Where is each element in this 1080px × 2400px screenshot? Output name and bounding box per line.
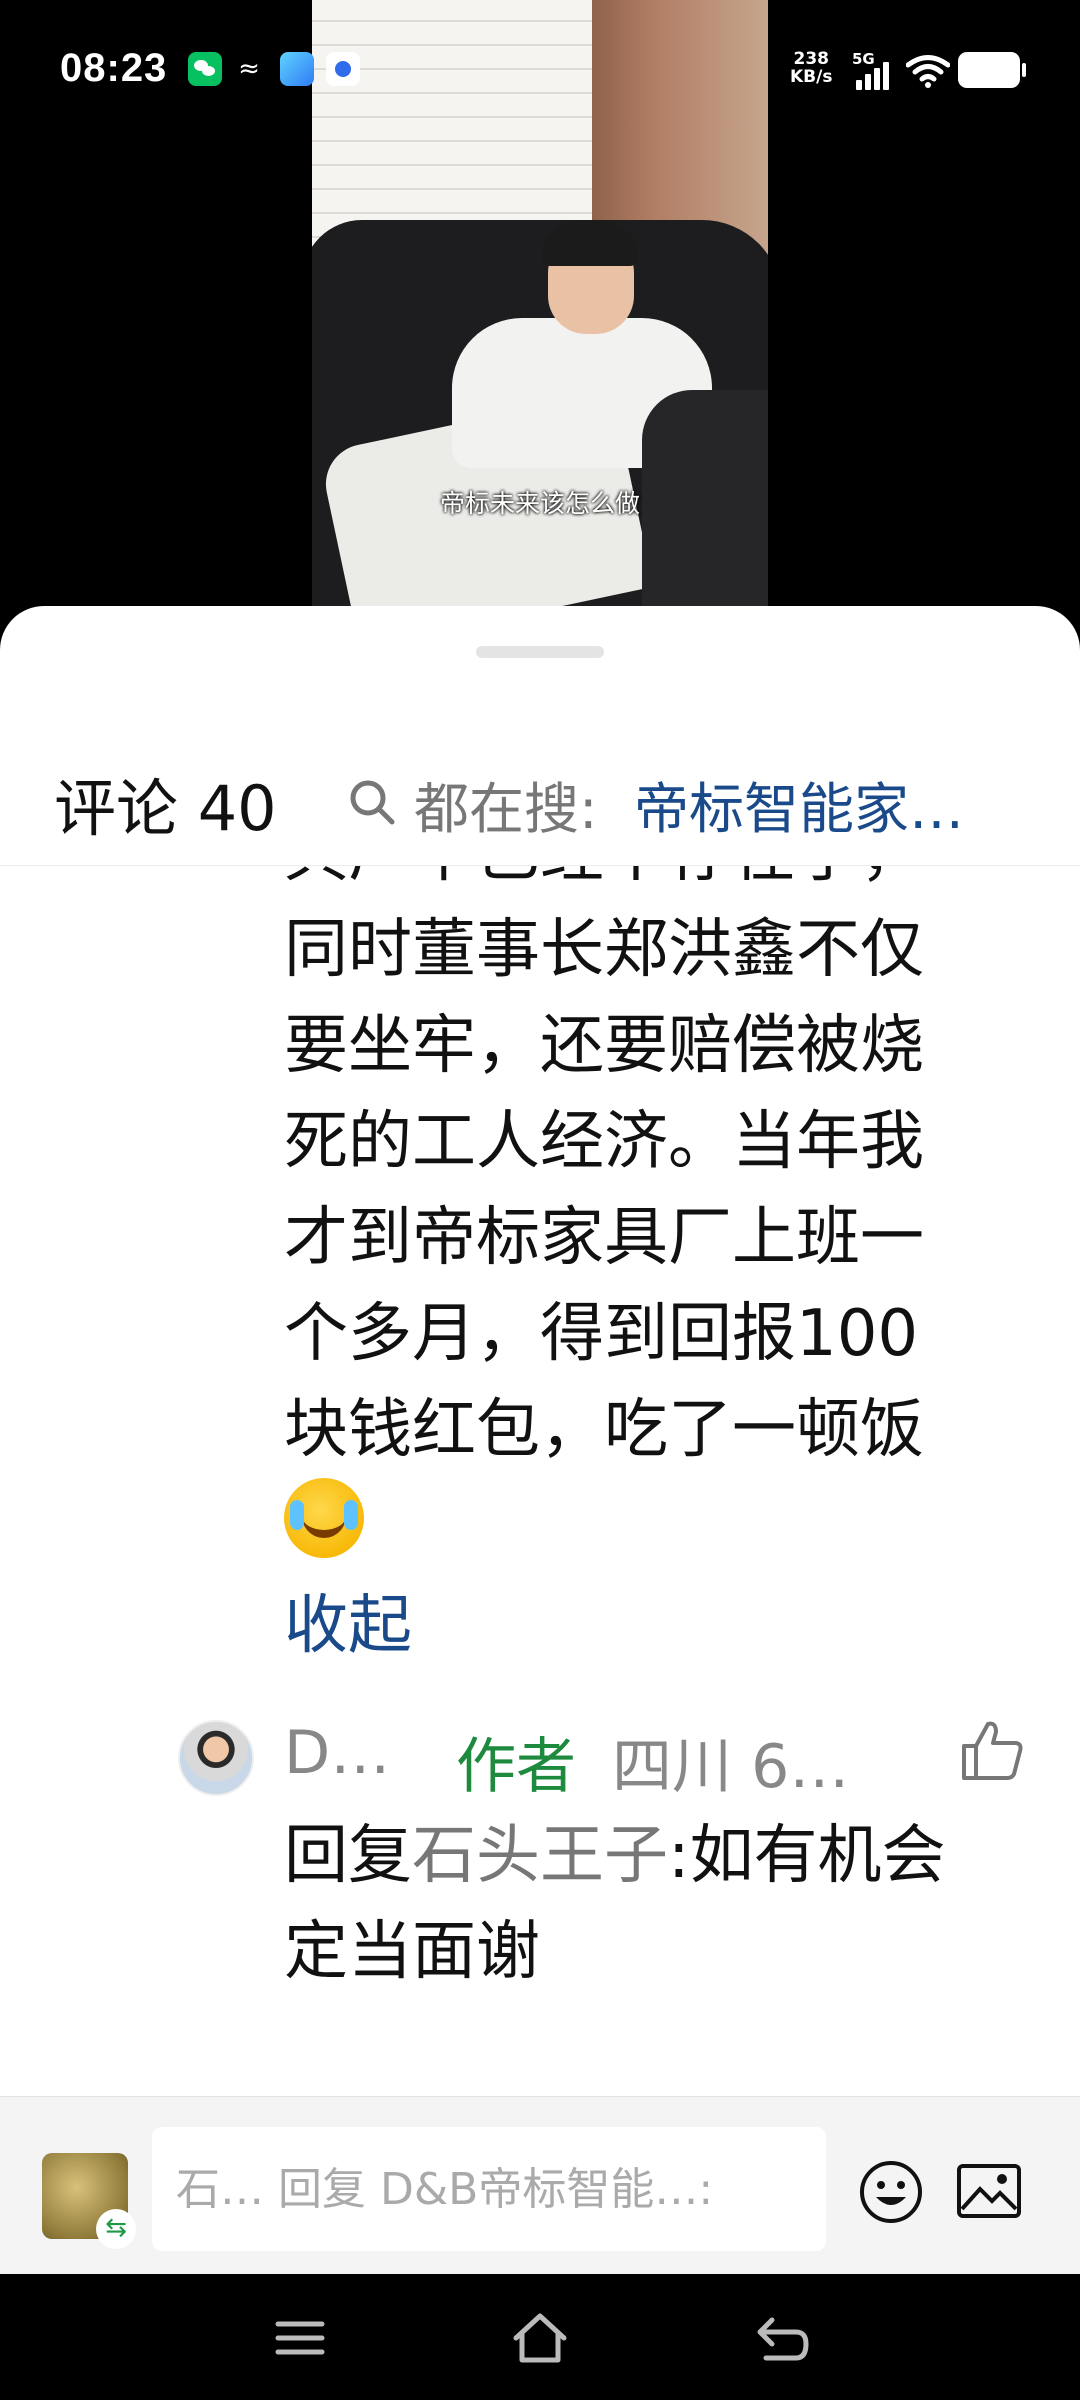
swap-account-icon[interactable]: ⇆ — [96, 2209, 136, 2249]
quoted-username[interactable]: 石头王子 — [412, 1819, 668, 1893]
clock: 08:23 — [60, 46, 168, 90]
reply-input[interactable] — [152, 2127, 826, 2251]
thumbs-up-icon[interactable] — [958, 1716, 1028, 1786]
comment-line: 个多月，得到回报100 — [284, 1297, 919, 1371]
battery-icon — [958, 52, 1026, 88]
wifi-icon — [906, 55, 950, 88]
home-icon[interactable] — [510, 2308, 570, 2368]
back-icon[interactable] — [752, 2308, 812, 2368]
status-bar: 08:23 ≈ 238 KB/s 5G — [0, 0, 1080, 140]
menu-icon[interactable] — [270, 2308, 330, 2368]
reply-text-line: 定当面谢 — [284, 1915, 540, 1989]
comment-input-bar: ⇆ — [0, 2096, 1080, 2274]
mix-icon: ≈ — [238, 54, 260, 84]
search-term-link[interactable]: 帝标智能家… — [634, 764, 964, 844]
comment-cut-line: 具厂早已经不存在了， — [284, 866, 1044, 902]
collapse-button[interactable]: 收起 — [284, 1574, 412, 1666]
comments-sheet: 评论 40 都在搜: 帝标智能家… 具厂早已经不存在了， 同时董事长郑洪鑫不仅 … — [0, 606, 1080, 2274]
author-avatar[interactable] — [178, 1720, 254, 1796]
comment-line: 才到帝标家具厂上班一 — [284, 1201, 924, 1275]
net-speed-unit: KB/s — [790, 67, 833, 87]
network-speed: 238 KB/s — [790, 50, 832, 86]
image-icon[interactable] — [956, 2161, 1022, 2221]
wechat-icon — [188, 52, 222, 86]
reply-header: D… 作者 四川 6… — [0, 1712, 1080, 1812]
comment-line: 要坐牢，还要赔偿被烧 — [284, 1009, 924, 1083]
signal-icon: 5G — [852, 50, 896, 90]
net-speed-value: 238 — [793, 49, 829, 69]
emoji-icon[interactable] — [858, 2159, 924, 2225]
comment-line: 块钱红包，吃了一顿饭 — [284, 1393, 924, 1467]
comments-header: 评论 40 都在搜: 帝标智能家… — [0, 736, 1080, 866]
author-badge: 作者 — [456, 1732, 576, 1802]
baidu-icon — [326, 52, 360, 86]
comment-line: 同时董事长郑洪鑫不仅 — [284, 913, 924, 987]
comments-count-title: 评论 40 — [54, 772, 277, 845]
plane-app-icon — [280, 52, 314, 86]
search-prefix: 都在搜: — [414, 777, 598, 841]
comment-line: 死的工人经济。当年我 — [284, 1105, 924, 1179]
reply-prefix: 回复 — [284, 1819, 412, 1893]
search-icon — [350, 780, 395, 825]
reply-text: :如有机会 — [668, 1819, 946, 1893]
reply-text-line: 回复石头王子:如有机会 — [284, 1808, 1044, 1904]
video-subtitle: 帝标未来该怎么做 — [439, 489, 640, 518]
drag-handle[interactable] — [476, 646, 604, 658]
system-nav-bar — [0, 2274, 1080, 2400]
reply-location-time: 四川 6… — [612, 1732, 850, 1802]
comments-list[interactable]: 具厂早已经不存在了， 同时董事长郑洪鑫不仅 要坐牢，还要赔偿被烧 死的工人经济。… — [0, 866, 1080, 2102]
network-type: 5G — [852, 50, 875, 68]
reply-author-name[interactable]: D… — [284, 1718, 390, 1788]
facepalm-laugh-emoji — [284, 1478, 364, 1558]
